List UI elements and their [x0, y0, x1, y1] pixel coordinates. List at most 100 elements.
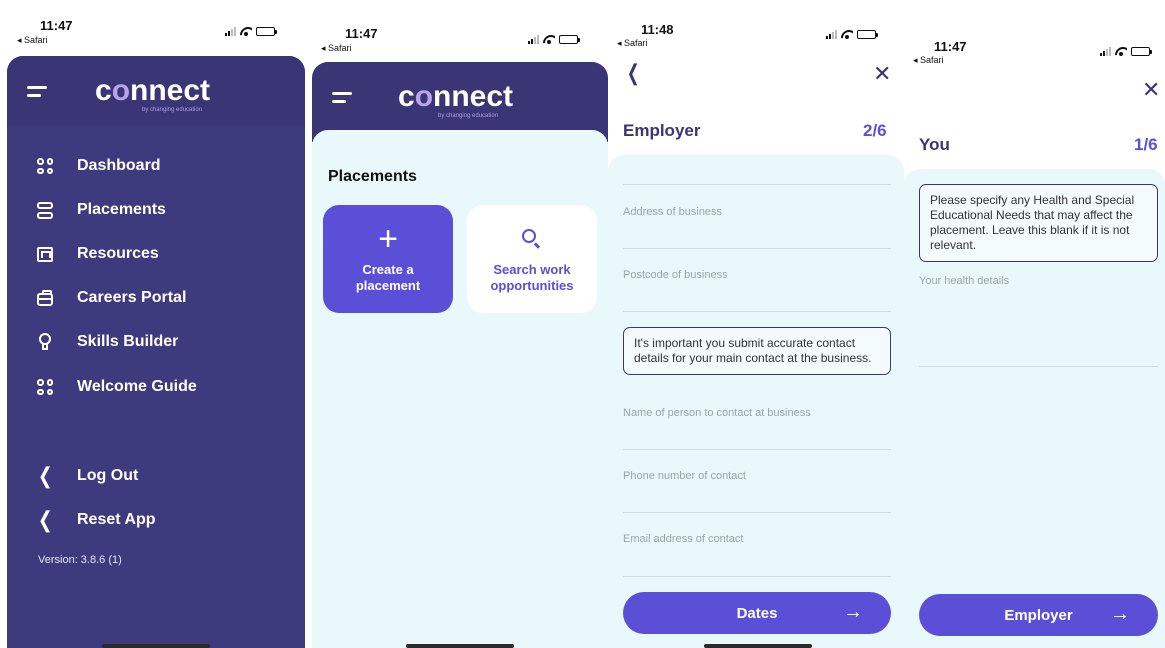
create-placement-button[interactable]: + Create a placement — [323, 205, 453, 313]
status-time: 11:47 — [934, 39, 967, 54]
welcome-grid-icon — [35, 377, 55, 397]
reset-app-button[interactable]: ❮ Reset App — [35, 505, 156, 535]
home-indicator — [406, 644, 514, 648]
status-bar: 11:47 ◂ Safari — [312, 0, 608, 53]
chevron-left-icon: ❮ — [37, 507, 53, 532]
health-info-note: Please specify any Health and Special Ed… — [919, 184, 1158, 262]
resources-icon — [35, 244, 55, 264]
email-field[interactable]: Email address of contact — [623, 527, 891, 577]
menu-item-label: Skills Builder — [77, 333, 179, 350]
next-button-label: Employer — [1004, 606, 1073, 624]
hamburger-icon[interactable] — [332, 92, 352, 104]
dashboard-grid-icon — [35, 156, 55, 176]
battery-icon — [1131, 47, 1152, 56]
wifi-icon — [543, 35, 555, 44]
status-icons — [225, 27, 277, 36]
you-form: Please specify any Health and Special Ed… — [904, 169, 1165, 648]
contact-name-placeholder: Name of person to contact at business — [623, 407, 811, 419]
signal-icon — [826, 30, 837, 39]
next-button-label: Dates — [736, 604, 778, 622]
close-icon[interactable]: ✕ — [1142, 77, 1160, 103]
signal-icon — [1100, 47, 1111, 56]
arrow-right-icon: → — [1110, 603, 1130, 625]
status-bar: 11:48 ◂ Safari — [608, 0, 904, 48]
placements-screen: 11:47 ◂ Safari connect by changing educa… — [312, 0, 608, 648]
version-label: Version: 3.8.6 (1) — [38, 554, 122, 566]
chevron-left-icon: ❮ — [37, 463, 53, 488]
menu-item-welcome-guide[interactable]: Welcome Guide — [35, 372, 197, 402]
menu-item-label: Placements — [77, 201, 166, 218]
hamburger-icon[interactable] — [27, 86, 47, 98]
phone-placeholder: Phone number of contact — [623, 470, 746, 482]
placements-list-icon — [35, 200, 55, 220]
postcode-field[interactable]: Postcode of business — [623, 263, 891, 312]
safari-back-link[interactable]: ◂ Safari — [913, 55, 944, 66]
home-indicator — [102, 644, 210, 648]
reset-app-label: Reset App — [77, 511, 156, 528]
battery-icon — [857, 30, 878, 39]
step-counter: 1/6 — [1134, 135, 1158, 154]
status-time: 11:48 — [641, 22, 674, 37]
logo-tagline: by changing education — [142, 107, 203, 113]
close-icon[interactable]: ✕ — [873, 61, 891, 87]
safari-back-link[interactable]: ◂ Safari — [617, 38, 648, 49]
status-time: 11:47 — [345, 26, 378, 41]
menu-item-careers-portal[interactable]: Careers Portal — [35, 283, 186, 313]
step-title: Employer — [623, 121, 701, 140]
status-icons — [528, 35, 580, 44]
status-bar: 11:47 ◂ Safari — [904, 0, 1165, 65]
log-out-label: Log Out — [77, 467, 139, 484]
contact-info-note: It's important you submit accurate conta… — [623, 327, 891, 375]
menu-item-label: Welcome Guide — [77, 378, 197, 395]
search-opportunities-button[interactable]: Search work opportunities — [467, 205, 597, 313]
you-form-screen: 11:47 ◂ Safari ✕ You 1/6 Please specify … — [904, 0, 1165, 648]
home-indicator — [704, 644, 812, 648]
safari-back-link[interactable]: ◂ Safari — [17, 35, 48, 46]
logo-tagline: by changing education — [438, 113, 499, 119]
next-dates-button[interactable]: Dates → — [623, 592, 891, 634]
log-out-button[interactable]: ❮ Log Out — [35, 461, 139, 491]
app-header: connect by changing education — [7, 56, 305, 126]
status-icons — [1100, 47, 1152, 56]
tile-label-line1: Create a — [362, 262, 414, 277]
back-arrow-icon[interactable]: ❮ — [627, 60, 640, 86]
step-title: You — [919, 135, 950, 154]
briefcase-icon — [35, 288, 55, 308]
battery-icon — [256, 27, 277, 36]
menu-item-skills-builder[interactable]: Skills Builder — [35, 327, 178, 357]
menu-screen: 11:47 ◂ Safari connect by changing educa… — [7, 0, 305, 648]
safari-back-link[interactable]: ◂ Safari — [321, 43, 352, 54]
health-details-field[interactable]: Your health details — [919, 269, 1158, 367]
menu-item-label: Dashboard — [77, 157, 161, 174]
contact-name-field[interactable]: Name of person to contact at business — [623, 401, 891, 450]
signal-icon — [225, 27, 236, 36]
arrow-right-icon: → — [843, 601, 863, 623]
status-time: 11:47 — [40, 18, 73, 33]
menu-item-resources[interactable]: Resources — [35, 239, 159, 269]
tile-label-line2: opportunities — [490, 278, 574, 293]
next-employer-button[interactable]: Employer → — [919, 594, 1158, 636]
wifi-icon — [841, 30, 853, 39]
health-details-placeholder: Your health details — [919, 275, 1010, 287]
email-placeholder: Email address of contact — [623, 533, 744, 545]
employer-form: Address of business Postcode of business… — [608, 155, 904, 648]
page-title: Placements — [328, 168, 417, 185]
wifi-icon — [1115, 47, 1127, 56]
signal-icon — [528, 35, 539, 44]
connect-logo: connect by changing education — [95, 74, 211, 113]
address-placeholder: Address of business — [623, 206, 723, 218]
placements-content: Placements + Create a placement Search w… — [312, 130, 608, 648]
menu-item-placements[interactable]: Placements — [35, 195, 166, 225]
status-icons — [826, 30, 878, 39]
address-field[interactable]: Address of business — [623, 200, 891, 249]
business-name-field[interactable] — [623, 145, 891, 185]
menu-item-dashboard[interactable]: Dashboard — [35, 151, 161, 181]
menu-item-label: Careers Portal — [77, 289, 187, 306]
menu-item-label: Resources — [77, 245, 159, 262]
connect-logo: connect by changing education — [398, 80, 514, 119]
phone-field[interactable]: Phone number of contact — [623, 464, 891, 513]
status-bar: 11:47 ◂ Safari — [7, 0, 305, 45]
tile-label-line2: placement — [355, 278, 421, 293]
side-menu-panel: connect by changing education Dashboard … — [7, 56, 305, 648]
step-counter: 2/6 — [863, 121, 887, 140]
